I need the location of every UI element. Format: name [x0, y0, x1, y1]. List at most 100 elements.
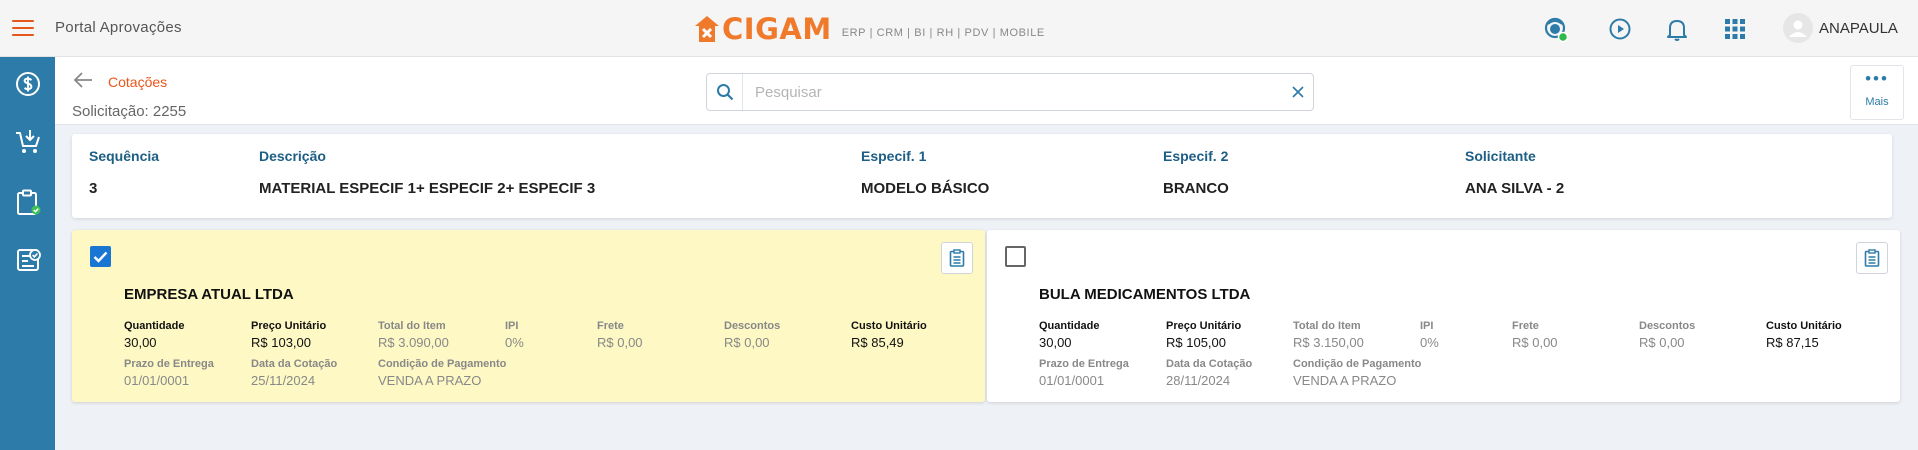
- payment-field: Condição de Pagamento VENDA A PRAZO: [378, 358, 506, 388]
- unit-price-value: R$ 103,00: [251, 335, 311, 350]
- payment-value: VENDA A PRAZO: [1293, 373, 1397, 388]
- unit-cost-field: Custo Unitário R$ 85,49: [851, 320, 927, 350]
- hamburger-menu-icon[interactable]: [12, 20, 34, 36]
- item-total-field: Total do Item R$ 3.090,00: [378, 320, 449, 350]
- item-total-value: R$ 3.090,00: [378, 335, 449, 350]
- quote-notes-button[interactable]: [941, 242, 973, 274]
- top-bar: Portal Aprovações CIGAM ERP | CRM | BI |…: [0, 0, 1918, 57]
- unit-cost-value: R$ 87,15: [1766, 335, 1819, 350]
- spec2-value: BRANCO: [1163, 180, 1229, 197]
- quantity-field: Quantidade 30,00: [124, 320, 185, 350]
- item-total-label: Total do Item: [378, 320, 446, 332]
- search-icon[interactable]: [707, 74, 743, 110]
- discounts-label: Descontos: [1639, 320, 1696, 332]
- freight-field: Frete R$ 0,00: [597, 320, 643, 350]
- supplier-name: BULA MEDICAMENTOS LTDA: [1039, 286, 1251, 303]
- discounts-field: Descontos R$ 0,00: [724, 320, 780, 350]
- quote-notes-button[interactable]: [1856, 242, 1888, 274]
- check-icon: [93, 251, 108, 263]
- avatar: [1783, 13, 1813, 43]
- requester-label: Solicitante: [1465, 148, 1536, 164]
- search-input[interactable]: [743, 75, 1283, 109]
- delivery-field: Prazo de Entrega 01/01/0001: [1039, 358, 1129, 388]
- quantity-value: 30,00: [1039, 335, 1072, 350]
- delivery-value: 01/01/0001: [124, 373, 190, 388]
- freight-label: Frete: [597, 320, 624, 332]
- unit-price-label: Preço Unitário: [1166, 320, 1242, 332]
- notifications-bell-icon[interactable]: [1662, 14, 1692, 44]
- clipboard-check-icon[interactable]: [13, 187, 43, 217]
- quote-card[interactable]: EMPRESA ATUAL LTDA Quantidade 30,00 Preç…: [72, 230, 985, 402]
- approval-badge-icon[interactable]: [13, 245, 43, 275]
- description-value: MATERIAL ESPECIF 1+ ESPECIF 2+ ESPECIF 3: [259, 180, 596, 197]
- quote-date-label: Data da Cotação: [1166, 358, 1253, 370]
- request-number: Solicitação: 2255: [72, 103, 187, 120]
- app-title: Portal Aprovações: [55, 19, 182, 36]
- delivery-label: Prazo de Entrega: [124, 358, 214, 370]
- discounts-value: R$ 0,00: [1639, 335, 1685, 350]
- requester-value: ANA SILVA - 2: [1465, 180, 1565, 197]
- item-total-field: Total do Item R$ 3.150,00: [1293, 320, 1364, 350]
- unit-cost-value: R$ 85,49: [851, 335, 904, 350]
- more-button[interactable]: ••• Mais: [1850, 65, 1904, 120]
- user-name: ANAPAULA: [1819, 19, 1898, 37]
- unit-cost-label: Custo Unitário: [1766, 320, 1842, 332]
- dollar-circle-icon[interactable]: [13, 69, 43, 99]
- unit-cost-field: Custo Unitário R$ 87,15: [1766, 320, 1842, 350]
- brand-tagline: ERP | CRM | BI | RH | PDV | MOBILE: [841, 27, 1045, 39]
- apps-grid-icon[interactable]: [1720, 14, 1750, 44]
- supplier-name: EMPRESA ATUAL LTDA: [124, 286, 294, 303]
- ipi-field: IPI 0%: [505, 320, 524, 350]
- quote-date-field: Data da Cotação 25/11/2024: [251, 358, 337, 388]
- unit-price-value: R$ 105,00: [1166, 335, 1226, 350]
- spec2-field: Especif. 2 BRANCO: [1163, 148, 1229, 197]
- cart-download-icon[interactable]: [13, 127, 43, 157]
- quantity-label: Quantidade: [1039, 320, 1100, 332]
- ipi-label: IPI: [1420, 320, 1434, 332]
- delivery-field: Prazo de Entrega 01/01/0001: [124, 358, 214, 388]
- more-label: Mais: [1865, 96, 1889, 108]
- quantity-field: Quantidade 30,00: [1039, 320, 1100, 350]
- item-total-value: R$ 3.150,00: [1293, 335, 1364, 350]
- quote-card[interactable]: BULA MEDICAMENTOS LTDA Quantidade 30,00 …: [987, 230, 1900, 402]
- spec2-label: Especif. 2: [1163, 148, 1229, 164]
- quote-select-checkbox[interactable]: [90, 246, 111, 267]
- unit-cost-label: Custo Unitário: [851, 320, 927, 332]
- user-icon: [1789, 20, 1807, 37]
- quote-date-value: 28/11/2024: [1166, 373, 1231, 388]
- ipi-value: 0%: [505, 335, 524, 350]
- user-menu[interactable]: ANAPAULA: [1783, 13, 1898, 43]
- freight-value: R$ 0,00: [1512, 335, 1558, 350]
- more-dots-icon: •••: [1865, 69, 1889, 88]
- search-bar: [706, 73, 1314, 111]
- spec1-label: Especif. 1: [861, 148, 927, 164]
- breadcrumb[interactable]: Cotações: [108, 74, 167, 90]
- clipboard-list-icon: [949, 249, 965, 267]
- support-agent-icon[interactable]: [1540, 14, 1570, 44]
- spec1-field: Especif. 1 MODELO BÁSICO: [861, 148, 989, 197]
- payment-label: Condição de Pagamento: [1293, 358, 1422, 370]
- requester-field: Solicitante ANA SILVA - 2: [1465, 148, 1564, 197]
- discounts-label: Descontos: [724, 320, 781, 332]
- quantity-label: Quantidade: [124, 320, 185, 332]
- discounts-field: Descontos R$ 0,00: [1639, 320, 1695, 350]
- sequence-field: Sequência 3: [89, 148, 159, 197]
- quote-select-checkbox[interactable]: [1005, 246, 1026, 267]
- quote-date-label: Data da Cotação: [251, 358, 338, 370]
- play-video-icon[interactable]: [1605, 14, 1635, 44]
- quantity-value: 30,00: [124, 335, 157, 350]
- spec1-value: MODELO BÁSICO: [861, 180, 990, 197]
- clear-search-icon[interactable]: [1283, 77, 1313, 107]
- payment-value: VENDA A PRAZO: [378, 373, 482, 388]
- discounts-value: R$ 0,00: [724, 335, 770, 350]
- ipi-label: IPI: [505, 320, 519, 332]
- back-arrow-icon[interactable]: [72, 70, 94, 90]
- unit-price-field: Preço Unitário R$ 105,00: [1166, 320, 1241, 350]
- ipi-value: 0%: [1420, 335, 1439, 350]
- item-detail-card: Sequência 3 Descrição MATERIAL ESPECIF 1…: [72, 134, 1892, 218]
- cigam-house-icon: [695, 16, 719, 42]
- brand-name: CIGAM: [722, 12, 832, 46]
- page-header: Cotações Solicitação: 2255 ••• Mais: [55, 57, 1918, 125]
- description-field: Descrição MATERIAL ESPECIF 1+ ESPECIF 2+…: [259, 148, 595, 197]
- freight-field: Frete R$ 0,00: [1512, 320, 1558, 350]
